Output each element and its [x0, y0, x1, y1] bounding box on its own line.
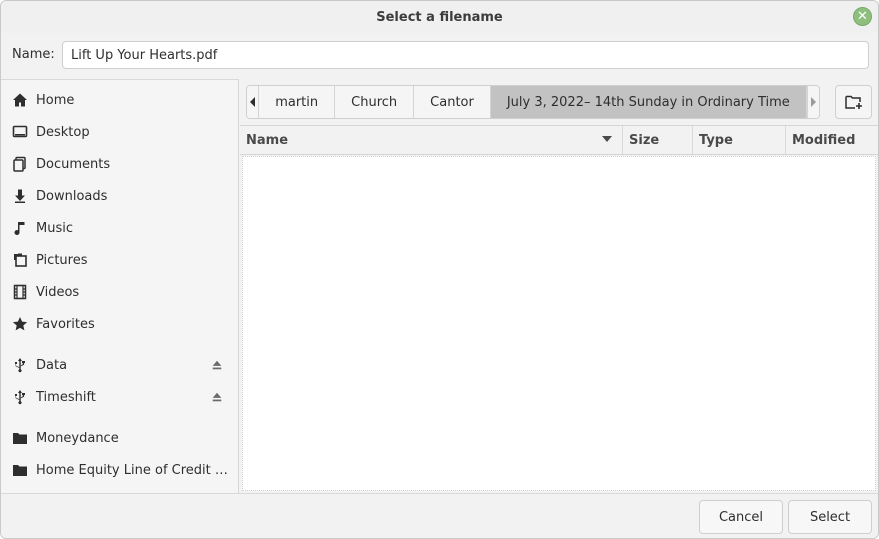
places-sidebar: Home Desktop Documents Downloads Music P… — [1, 79, 239, 493]
cancel-button[interactable]: Cancel — [699, 500, 783, 534]
eject-icon[interactable] — [210, 390, 224, 404]
sidebar-item-desktop[interactable]: Desktop — [1, 117, 238, 147]
breadcrumb-current-folder[interactable]: July 3, 2022– 14th Sunday in Ordinary Ti… — [490, 86, 807, 118]
close-icon: ✕ — [857, 9, 868, 24]
downloads-icon — [11, 187, 29, 205]
select-button[interactable]: Select — [788, 500, 872, 534]
file-list-header: Name Size Type Modified — [240, 125, 878, 155]
folder-icon — [11, 429, 29, 447]
sidebar-item-label: Favorites — [36, 316, 95, 332]
path-scroll-right-button[interactable] — [806, 86, 819, 118]
folder-icon — [11, 461, 29, 479]
column-header-type[interactable]: Type — [693, 126, 786, 154]
sidebar-item-label: Downloads — [36, 188, 108, 204]
sidebar-item-favorites[interactable]: Favorites — [1, 309, 238, 339]
column-header-name[interactable]: Name — [240, 126, 623, 154]
sidebar-item-moneydance[interactable]: Moneydance — [1, 423, 238, 453]
breadcrumb-cantor[interactable]: Cantor — [414, 86, 491, 118]
desktop-icon — [11, 123, 29, 141]
dialog-action-bar: Cancel Select — [1, 493, 878, 538]
sidebar-item-home-equity[interactable]: Home Equity Line of Credit Re… — [1, 455, 238, 485]
documents-icon — [11, 155, 29, 173]
file-browser: martin Church Cantor July 3, 2022– 14th … — [240, 79, 878, 493]
column-header-size[interactable]: Size — [623, 126, 693, 154]
sidebar-item-videos[interactable]: Videos — [1, 277, 238, 307]
name-label: Name: — [12, 47, 55, 62]
file-chooser-dialog: Select a filename ✕ Name: Home Desktop D… — [0, 0, 879, 539]
dialog-title: Select a filename — [376, 9, 503, 25]
pictures-icon — [11, 251, 29, 269]
file-list[interactable] — [242, 156, 876, 491]
sidebar-item-label: Documents — [36, 156, 111, 172]
sidebar-item-timeshift[interactable]: Timeshift — [1, 382, 238, 412]
titlebar: Select a filename ✕ — [1, 1, 878, 33]
sidebar-item-label: Music — [36, 220, 73, 236]
sidebar-item-label: Pictures — [36, 252, 88, 268]
sidebar-item-label: Timeshift — [36, 389, 96, 405]
column-header-modified[interactable]: Modified — [786, 126, 878, 154]
new-folder-icon — [844, 95, 862, 109]
sidebar-item-label: Home — [36, 92, 75, 108]
sidebar-item-downloads[interactable]: Downloads — [1, 181, 238, 211]
chevron-left-icon — [249, 97, 255, 107]
eject-icon[interactable] — [210, 358, 224, 372]
sidebar-item-label: Moneydance — [36, 430, 119, 446]
chevron-right-icon — [811, 97, 817, 107]
sidebar-item-home[interactable]: Home — [1, 85, 238, 115]
sidebar-item-music[interactable]: Music — [1, 213, 238, 243]
sort-descending-icon — [602, 136, 612, 142]
usb-icon — [11, 356, 29, 374]
sidebar-item-documents[interactable]: Documents — [1, 149, 238, 179]
star-icon — [11, 315, 29, 333]
filename-input[interactable] — [62, 41, 869, 69]
sidebar-item-pictures[interactable]: Pictures — [1, 245, 238, 275]
sidebar-item-label: Desktop — [36, 124, 90, 140]
breadcrumb-church[interactable]: Church — [335, 86, 415, 118]
sidebar-item-label: Home Equity Line of Credit Re… — [36, 462, 231, 478]
home-icon — [11, 91, 29, 109]
breadcrumb-martin[interactable]: martin — [259, 86, 336, 118]
close-button[interactable]: ✕ — [853, 7, 872, 26]
path-scroll-left-button[interactable] — [247, 86, 260, 118]
sidebar-item-label: Videos — [36, 284, 80, 300]
path-bar: martin Church Cantor July 3, 2022– 14th … — [246, 85, 820, 119]
videos-icon — [11, 283, 29, 301]
music-icon — [11, 219, 29, 237]
name-row: Name: — [1, 33, 878, 79]
create-folder-button[interactable] — [835, 85, 872, 119]
usb-icon — [11, 388, 29, 406]
sidebar-item-data[interactable]: Data — [1, 350, 238, 380]
sidebar-item-label: Data — [36, 357, 68, 373]
